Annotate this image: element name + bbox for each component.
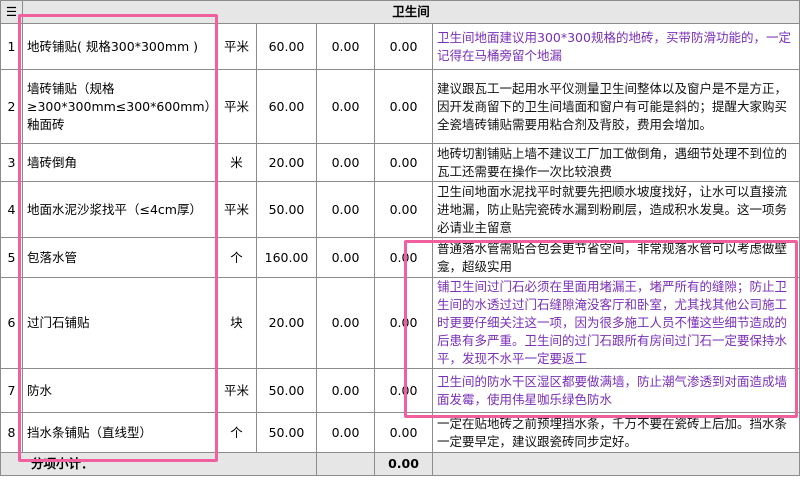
table-row: 2 墙砖铺贴（规格≥300*300mm≤300*600mm）釉面砖 平米 60.… — [0, 69, 800, 144]
subtotal-value: 0.00 — [374, 452, 433, 476]
bathroom-quote-table: ☰ 卫生间 1 地砖铺贴( 规格300*300mm ) 平米 60.00 0.0… — [0, 0, 800, 476]
table-row: 3 墙砖倒角 米 20.00 0.00 0.00 地砖切割铺贴上墙不建议工厂加工… — [0, 143, 800, 182]
item-quantity: 50.00 — [256, 181, 317, 238]
item-note: 一定在贴地砖之前预埋挡水条，千万不要在瓷砖上后加。挡水条一定要早定，建议跟瓷砖同… — [431, 412, 800, 453]
item-quantity: 160.00 — [256, 237, 317, 278]
item-unit: 个 — [216, 412, 257, 453]
table-row: 5 包落水管 个 160.00 0.00 0.00 普通落水管需贴合包会更节省空… — [0, 237, 800, 278]
item-total: 0.00 — [374, 412, 433, 453]
item-total: 0.00 — [374, 277, 433, 369]
item-unit-price: 0.00 — [316, 277, 375, 369]
item-note: 普通落水管需贴合包会更节省空间，非常规落水管可以考虑做壁龛，超级实用 — [431, 237, 800, 278]
item-name: 墙砖铺贴（规格≥300*300mm≤300*600mm）釉面砖 — [22, 69, 217, 144]
item-name: 防水 — [22, 368, 217, 413]
item-total: 0.00 — [374, 237, 433, 278]
row-number: 2 — [0, 69, 23, 144]
item-note: 建议跟瓦工一起用水平仪测量卫生间整体以及窗户是不是方正，因开发商留下的卫生间墙面… — [431, 69, 800, 144]
item-name: 地面水泥沙浆找平（≤4cm厚） — [22, 181, 217, 238]
row-number: 5 — [0, 237, 23, 278]
header-row: ☰ 卫生间 — [0, 0, 800, 24]
row-number: 3 — [0, 143, 23, 182]
item-quantity: 60.00 — [256, 69, 317, 144]
item-unit: 平米 — [216, 23, 257, 70]
item-unit-price: 0.00 — [316, 368, 375, 413]
item-unit-price: 0.00 — [316, 69, 375, 144]
quote-sheet: ☰ 卫生间 1 地砖铺贴( 规格300*300mm ) 平米 60.00 0.0… — [0, 0, 800, 484]
item-note: 卫生间的防水干区湿区都要做满墙，防止潮气渗透到对面造成墙面发霉，使用伟星咖乐绿色… — [431, 368, 800, 413]
item-name: 地砖铺贴( 规格300*300mm ) — [22, 23, 217, 70]
item-unit-price: 0.00 — [316, 143, 375, 182]
item-name: 墙砖倒角 — [22, 143, 217, 182]
table-row: 1 地砖铺贴( 规格300*300mm ) 平米 60.00 0.00 0.00… — [0, 23, 800, 70]
item-note: 地砖切割铺贴上墙不建议工厂加工做倒角，遇细节处理不到位的瓦工还需要在操作一次比较… — [431, 143, 800, 182]
item-name: 挡水条铺贴（直线型） — [22, 412, 217, 453]
item-quantity: 20.00 — [256, 143, 317, 182]
subtotal-note-cell — [431, 452, 800, 476]
item-total: 0.00 — [374, 143, 433, 182]
subtotal-label: 分项小计： — [0, 452, 317, 476]
section-title: 卫生间 — [21, 0, 800, 24]
row-number: 4 — [0, 181, 23, 238]
table-row: 6 过门石铺贴 块 20.00 0.00 0.00 铺卫生间过门石必须在里面用堵… — [0, 277, 800, 369]
item-name: 包落水管 — [22, 237, 217, 278]
item-unit-price: 0.00 — [316, 237, 375, 278]
row-number: 6 — [0, 277, 23, 369]
item-unit: 米 — [216, 143, 257, 182]
row-number: 7 — [0, 368, 23, 413]
menu-icon[interactable]: ☰ — [0, 0, 23, 24]
table-row: 8 挡水条铺贴（直线型） 个 50.00 0.00 0.00 一定在贴地砖之前预… — [0, 412, 800, 453]
item-unit-price: 0.00 — [316, 412, 375, 453]
item-quantity: 60.00 — [256, 23, 317, 70]
item-unit-price: 0.00 — [316, 23, 375, 70]
item-total: 0.00 — [374, 181, 433, 238]
item-unit: 平米 — [216, 181, 257, 238]
row-number: 8 — [0, 412, 23, 453]
item-unit: 块 — [216, 277, 257, 369]
row-number: 1 — [0, 23, 23, 70]
item-total: 0.00 — [374, 368, 433, 413]
item-name: 过门石铺贴 — [22, 277, 217, 369]
item-total: 0.00 — [374, 23, 433, 70]
table-row: 7 防水 平米 50.00 0.00 0.00 卫生间的防水干区湿区都要做满墙，… — [0, 368, 800, 413]
subtotal-row: 分项小计： 0.00 — [0, 452, 800, 476]
item-quantity: 50.00 — [256, 412, 317, 453]
item-quantity: 20.00 — [256, 277, 317, 369]
item-quantity: 50.00 — [256, 368, 317, 413]
item-unit-price: 0.00 — [316, 181, 375, 238]
item-note: 铺卫生间过门石必须在里面用堵漏王，堵严所有的缝隙；防止卫生间的水透过过门石缝隙淹… — [431, 277, 800, 369]
item-note: 卫生间地面建议用300*300规格的地砖，买带防滑功能的，一定记得在马桶旁留个地… — [431, 23, 800, 70]
subtotal-spacer — [316, 452, 375, 476]
item-total: 0.00 — [374, 69, 433, 144]
item-unit: 平米 — [216, 368, 257, 413]
item-unit: 平米 — [216, 69, 257, 144]
table-row: 4 地面水泥沙浆找平（≤4cm厚） 平米 50.00 0.00 0.00 卫生间… — [0, 181, 800, 238]
item-unit: 个 — [216, 237, 257, 278]
item-note: 卫生间地面水泥找平时就要先把顺水坡度找好，让水可以直接流进地漏，防止贴完瓷砖水漏… — [431, 181, 800, 238]
